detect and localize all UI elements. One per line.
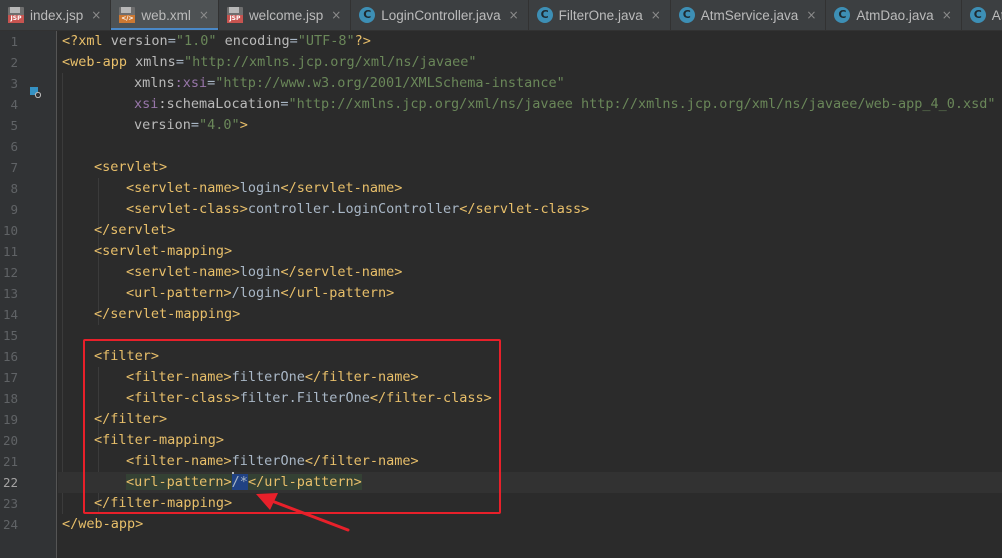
code-line: version="4.0"> <box>134 117 248 133</box>
tab-atm-java[interactable]: Atm.java × <box>962 0 1002 30</box>
xml-file-icon <box>119 7 136 23</box>
jsp-file-icon <box>8 7 24 23</box>
line-number: 4 <box>10 97 18 112</box>
line-number: 15 <box>2 328 18 343</box>
java-class-icon <box>678 7 695 23</box>
tab-welcome-jsp[interactable]: welcome.jsp × <box>219 0 352 30</box>
tab-label: Atm.java <box>991 7 1002 23</box>
code-line: <web-app xmlns="http://xmlns.jcp.org/xml… <box>62 54 477 70</box>
close-icon[interactable]: × <box>806 8 816 22</box>
java-class-icon <box>536 7 553 23</box>
line-number: 13 <box>2 286 18 301</box>
code-line: </web-app> <box>62 516 144 532</box>
code-line: </servlet-mapping> <box>94 306 241 322</box>
line-number: 11 <box>2 244 18 259</box>
tab-label: index.jsp <box>30 7 84 23</box>
line-number: 5 <box>10 118 18 133</box>
close-icon[interactable]: × <box>91 8 101 22</box>
editor-tab-bar: index.jsp × web.xml × welcome.jsp × Logi… <box>0 0 1002 31</box>
close-icon[interactable]: × <box>199 8 209 22</box>
code-line: <servlet-name>login</servlet-name> <box>126 264 403 280</box>
line-number: 17 <box>2 370 18 385</box>
line-number: 16 <box>2 349 18 364</box>
code-line: <servlet-class>controller.LoginControlle… <box>126 201 590 217</box>
close-icon[interactable]: × <box>509 8 519 22</box>
line-number: 6 <box>10 139 18 154</box>
close-icon[interactable]: × <box>331 8 341 22</box>
jsp-file-icon <box>226 7 243 23</box>
code-line: <servlet-name>login</servlet-name> <box>126 180 403 196</box>
line-number: 9 <box>10 202 18 217</box>
code-line: <servlet> <box>94 159 168 175</box>
tab-atmdao-java[interactable]: AtmDao.java × <box>826 0 962 30</box>
line-number: 8 <box>10 181 18 196</box>
code-line: <servlet-mapping> <box>94 243 233 259</box>
java-class-icon <box>969 7 986 23</box>
code-line: </servlet> <box>94 222 176 238</box>
tab-label: LoginController.java <box>381 7 501 23</box>
line-number: 18 <box>2 391 18 406</box>
line-number-current: 22 <box>2 475 18 490</box>
line-number: 3 <box>10 76 18 91</box>
close-icon[interactable]: × <box>942 8 952 22</box>
line-number: 14 <box>2 307 18 322</box>
java-class-icon <box>359 7 376 23</box>
annotation-arrow-icon <box>256 493 350 532</box>
code-line: xmlns:xsi="http://www.w3.org/2001/XMLSch… <box>134 75 565 91</box>
line-number: 1 <box>10 34 18 49</box>
line-number: 12 <box>2 265 18 280</box>
tab-filterone-java[interactable]: FilterOne.java × <box>529 0 671 30</box>
line-number-gutter[interactable]: 1 2 3 4 5 6 7 8 9 10 11 12 13 14 15 16 1… <box>0 31 57 558</box>
line-number: 7 <box>10 160 18 175</box>
tab-label: AtmDao.java <box>856 7 934 23</box>
tab-label: web.xml <box>141 7 191 23</box>
line-number: 10 <box>2 223 18 238</box>
code-line: xsi:schemaLocation="http://xmlns.jcp.org… <box>134 96 996 112</box>
tab-index-jsp[interactable]: index.jsp × <box>0 0 112 30</box>
line-number: 19 <box>2 412 18 427</box>
tab-label: welcome.jsp <box>248 7 324 23</box>
line-number: 24 <box>2 517 18 532</box>
tab-label: AtmService.java <box>700 7 799 23</box>
tab-web-xml[interactable]: web.xml × <box>111 0 219 30</box>
line-number: 23 <box>2 496 18 511</box>
tab-label: FilterOne.java <box>558 7 643 23</box>
line-number: 2 <box>10 55 18 70</box>
code-line: <?xml version="1.0" encoding="UTF-8"?> <box>62 33 371 49</box>
implementation-marker-icon[interactable] <box>29 86 41 98</box>
tab-logincontroller-java[interactable]: LoginController.java × <box>351 0 529 30</box>
close-icon[interactable]: × <box>651 8 661 22</box>
java-class-icon <box>834 7 851 23</box>
line-number: 20 <box>2 433 18 448</box>
tab-atmservice-java[interactable]: AtmService.java × <box>671 0 827 30</box>
line-number: 21 <box>2 454 18 469</box>
code-line: <url-pattern>/login</url-pattern> <box>126 285 395 301</box>
